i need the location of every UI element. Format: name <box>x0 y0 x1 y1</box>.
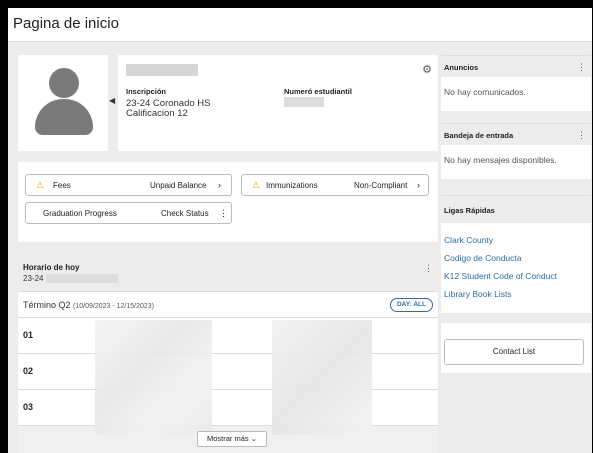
graduation-progress-button[interactable]: Graduation Progress Check Status ⋮ <box>25 202 232 224</box>
announcements-body: No hay comunicados. <box>441 77 591 111</box>
graduation-label: Graduation Progress <box>43 209 117 218</box>
inbox-header: Bandeja de entrada ⋮ <box>441 123 591 145</box>
inbox-empty: No hay mensajes disponibles. <box>444 155 557 165</box>
class-info-redacted <box>95 320 212 435</box>
announcements-title: Anuncios <box>444 63 479 72</box>
day-filter-pill[interactable]: DAY: ALL <box>389 298 433 312</box>
schedule-redacted <box>46 274 118 283</box>
chevron-right-icon: › <box>218 180 221 190</box>
schedule-header: Horario de hoy 23-24 ⋮ <box>18 253 438 291</box>
period-number: 02 <box>23 366 34 376</box>
class-info-redacted <box>272 320 372 435</box>
alerts-card: ⚠ Fees Unpaid Balance › ⚠ Immunizations … <box>18 162 438 242</box>
warning-icon: ⚠ <box>36 180 45 190</box>
avatar-head-shape <box>49 68 79 98</box>
quick-links-title: Ligas Rápidas <box>444 206 495 215</box>
profile-info-card: ⚙ Inscripción 23-24 Coronado HS Califica… <box>118 55 438 151</box>
more-vertical-icon[interactable]: ⋮ <box>424 263 433 274</box>
period-number: 03 <box>23 402 34 412</box>
page-header: Pagina de inicio <box>8 8 592 42</box>
term-dates: (10/09/2023 - 12/15/2023) <box>73 303 154 310</box>
announcements-header: Anuncios ⋮ <box>441 55 591 77</box>
avatar-body-shape <box>35 99 93 135</box>
student-number-label: Numeró estudiantil <box>284 87 352 96</box>
show-more-label: Mostrar más <box>206 434 249 443</box>
contact-list-button[interactable]: Contact List <box>444 339 584 365</box>
period-number: 01 <box>23 330 34 340</box>
fees-button[interactable]: ⚠ Fees Unpaid Balance › <box>25 174 232 196</box>
app-frame: Pagina de inicio ◀ ⚙ Inscripción 23-24 C… <box>8 8 592 453</box>
announcements-empty: No hay comunicados. <box>444 87 526 97</box>
inscripcion-label: Inscripción <box>126 87 167 96</box>
more-vertical-icon[interactable]: ⋮ <box>577 62 586 73</box>
immunizations-status: Non-Compliant <box>354 181 408 190</box>
show-more-button[interactable]: Mostrar más ⌄ <box>197 431 267 447</box>
period-row[interactable]: 01 <box>18 318 438 354</box>
immunizations-button[interactable]: ⚠ Immunizations Non-Compliant › <box>241 174 429 196</box>
more-vertical-icon: ⋮ <box>219 208 228 218</box>
quick-links-header: Ligas Rápidas <box>441 195 591 223</box>
more-vertical-icon[interactable]: ⋮ <box>577 130 586 141</box>
period-row[interactable]: 03 <box>18 390 438 426</box>
chevron-right-icon: › <box>417 180 420 190</box>
quick-link[interactable]: Library Book Lists <box>444 289 512 299</box>
graduation-status: Check Status <box>161 209 209 218</box>
schedule-title: Horario de hoy <box>23 263 80 272</box>
fees-label: Fees <box>53 181 71 190</box>
schedule-card: Horario de hoy 23-24 ⋮ Término Q2 (10/09… <box>18 253 438 453</box>
quick-link[interactable]: Clark County <box>444 235 493 245</box>
term-row: Término Q2 (10/09/2023 - 12/15/2023) DAY… <box>18 291 438 318</box>
quick-link[interactable]: K12 Student Code of Conduct <box>444 271 557 281</box>
grade-value: Calificacion 12 <box>126 108 188 119</box>
page-title: Pagina de inicio <box>13 15 119 32</box>
term-name: Término Q2 <box>23 300 71 310</box>
immunizations-label: Immunizations <box>266 181 318 190</box>
term-label: Término Q2 (10/09/2023 - 12/15/2023) <box>23 300 154 310</box>
chevron-down-icon: ⌄ <box>250 434 258 443</box>
quick-links-body: Clark County Codigo de Conducta K12 Stud… <box>441 223 591 313</box>
caret-left-icon[interactable]: ◀ <box>109 96 115 105</box>
warning-icon: ⚠ <box>252 180 261 190</box>
schedule-year: 23-24 <box>23 274 44 283</box>
gear-icon[interactable]: ⚙ <box>422 63 432 76</box>
student-name-redacted <box>126 64 198 76</box>
fees-status: Unpaid Balance <box>150 181 207 190</box>
student-avatar <box>18 55 108 151</box>
inbox-body: No hay mensajes disponibles. <box>441 145 591 179</box>
student-number-redacted <box>284 97 324 107</box>
inbox-title: Bandeja de entrada <box>444 131 514 140</box>
period-row[interactable]: 02 <box>18 354 438 390</box>
quick-link[interactable]: Codigo de Conducta <box>444 253 522 263</box>
